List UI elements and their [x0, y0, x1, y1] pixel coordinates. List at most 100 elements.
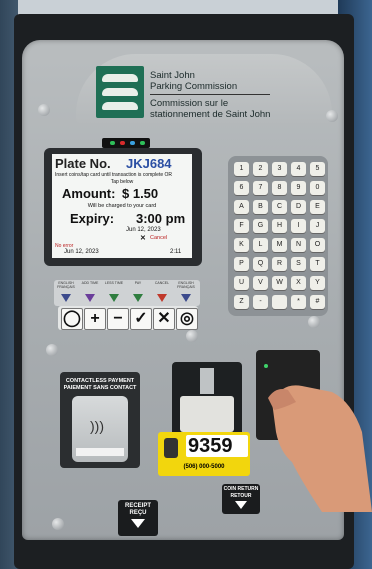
function-label: CANCEL — [154, 281, 170, 285]
amount-label: Amount: — [62, 186, 116, 201]
card-brands-icon — [76, 448, 124, 456]
contactless-label-en: CONTACTLESS PAYMENT — [65, 378, 135, 384]
zone-sign: 9359 (506) 000-5000 — [158, 432, 250, 476]
receipt-slot[interactable]: RECEIPT REÇU — [118, 500, 158, 536]
function-button-row: ◯ + − ✓ ✕ ◎ — [58, 306, 198, 330]
header-divider — [150, 94, 270, 95]
keypad-key[interactable]: # — [310, 295, 325, 309]
keypad-key[interactable]: Z — [234, 295, 249, 309]
keypad-key[interactable]: 2 — [253, 162, 268, 176]
cancel-label[interactable]: Cancel — [150, 235, 167, 241]
keypad-key[interactable]: W — [272, 276, 287, 290]
charge-note: Will be charged to your card — [87, 203, 157, 209]
status-led — [140, 141, 145, 145]
keypad-key[interactable]: 1 — [234, 162, 249, 176]
keypad-key[interactable]: B — [253, 200, 268, 214]
keypad-key[interactable]: Y — [310, 276, 325, 290]
status-led — [130, 141, 135, 145]
phone-icon — [164, 438, 178, 458]
cancel-icon[interactable]: ✕ — [140, 234, 146, 242]
expiry-time: 3:00 pm — [136, 211, 186, 226]
panel-bolt — [46, 344, 58, 356]
language-button[interactable]: ◎ — [176, 308, 198, 330]
zone-phone: (506) 000-5000 — [183, 464, 225, 470]
zone-number: 9359 — [188, 435, 233, 457]
keypad-key[interactable]: 0 — [310, 181, 325, 195]
function-label: ADD TIME — [81, 281, 99, 285]
receipt-label-en: RECEIPT — [124, 503, 151, 509]
keypad-key[interactable]: M — [272, 238, 287, 252]
keypad-key[interactable]: 8 — [272, 181, 287, 195]
keypad-key[interactable]: N — [291, 238, 306, 252]
arrow-down-icon — [235, 501, 247, 509]
keypad-key[interactable]: V — [253, 276, 268, 290]
less-time-button[interactable]: − — [107, 308, 129, 330]
instruction-text-2: Tap below — [110, 179, 134, 185]
keypad-key[interactable]: S — [291, 257, 306, 271]
arrow-down-icon — [131, 519, 145, 528]
add-time-button[interactable]: + — [84, 308, 106, 330]
keypad-key[interactable]: 3 — [272, 162, 287, 176]
keypad-key[interactable]: K — [234, 238, 249, 252]
keypad-key[interactable]: T — [310, 257, 325, 271]
coin-return-label-fr: RETOUR — [230, 493, 252, 499]
card-tap-reader[interactable]: ))) — [72, 396, 128, 462]
contactless-label-fr: PAIEMENT SANS CONTACT — [63, 385, 137, 391]
coin-tray — [180, 396, 234, 432]
keypad-key[interactable]: G — [253, 219, 268, 233]
keypad-key[interactable]: X — [291, 276, 306, 290]
language-button[interactable]: ◯ — [61, 308, 83, 330]
keypad-key[interactable]: 9 — [291, 181, 306, 195]
keypad-key[interactable]: 5 — [310, 162, 325, 176]
keypad-key[interactable]: 7 — [253, 181, 268, 195]
keypad-key[interactable]: J — [310, 219, 325, 233]
arrow-down-icon — [109, 294, 119, 302]
org-name-fr-line1: Commission sur le — [150, 98, 229, 109]
keypad-key[interactable]: R — [272, 257, 287, 271]
function-label: ENGLISH FRANÇAIS — [177, 281, 195, 289]
keypad-key[interactable]: E — [310, 200, 325, 214]
panel-bolt — [308, 316, 320, 328]
keypad-key[interactable]: F — [234, 219, 249, 233]
plate-value: JKJ684 — [126, 156, 172, 171]
panel-bolt — [326, 110, 338, 122]
user-hand — [268, 385, 372, 512]
keypad-key[interactable]: - — [253, 295, 268, 309]
contactless-label: CONTACTLESS PAYMENT PAIEMENT SANS CONTAC… — [60, 378, 140, 392]
keypad-key[interactable]: 4 — [291, 162, 306, 176]
keypad-key[interactable]: I — [291, 219, 306, 233]
keypad-key[interactable]: Q — [253, 257, 268, 271]
keypad-key[interactable]: C — [272, 200, 287, 214]
keypad-key[interactable]: D — [291, 200, 306, 214]
keypad-key[interactable]: A — [234, 200, 249, 214]
keypad-key[interactable]: 6 — [234, 181, 249, 195]
keypad-key[interactable]: L — [253, 238, 268, 252]
function-label: LESS TIME — [104, 281, 124, 285]
display-screen[interactable]: Plate No. JKJ684 Insert coins/tap card u… — [52, 154, 192, 258]
panel-bolt — [186, 330, 198, 342]
keypad-key[interactable]: H — [272, 219, 287, 233]
instruction-text: Insert coins/tap card until transaction … — [55, 172, 172, 178]
keypad-key[interactable] — [272, 295, 287, 309]
keypad-key[interactable]: U — [234, 276, 249, 290]
cancel-button[interactable]: ✕ — [153, 308, 175, 330]
function-label: PAY — [134, 281, 142, 285]
status-leds — [102, 138, 150, 148]
coin-slot[interactable] — [200, 368, 214, 394]
org-name-en-line2: Parking Commission — [150, 81, 238, 92]
status-led — [110, 141, 115, 145]
arrow-down-icon — [85, 294, 95, 302]
coin-return[interactable]: COIN RETURN RETOUR — [222, 484, 260, 514]
panel-bolt — [52, 518, 64, 530]
expiry-date: Jun 12, 2023 — [126, 227, 161, 233]
org-name-en-line1: Saint John — [150, 70, 195, 81]
arrow-down-icon — [61, 294, 71, 302]
keypad-key[interactable]: P — [234, 257, 249, 271]
amount-value: $ 1.50 — [122, 186, 159, 201]
keypad-key[interactable]: * — [291, 295, 306, 309]
function-label: ENGLISH FRANÇAIS — [57, 281, 75, 289]
footer-date: Jun 12, 2023 — [64, 249, 99, 255]
arrow-down-icon — [181, 294, 191, 302]
keypad-key[interactable]: O — [310, 238, 325, 252]
pay-button[interactable]: ✓ — [130, 308, 152, 330]
